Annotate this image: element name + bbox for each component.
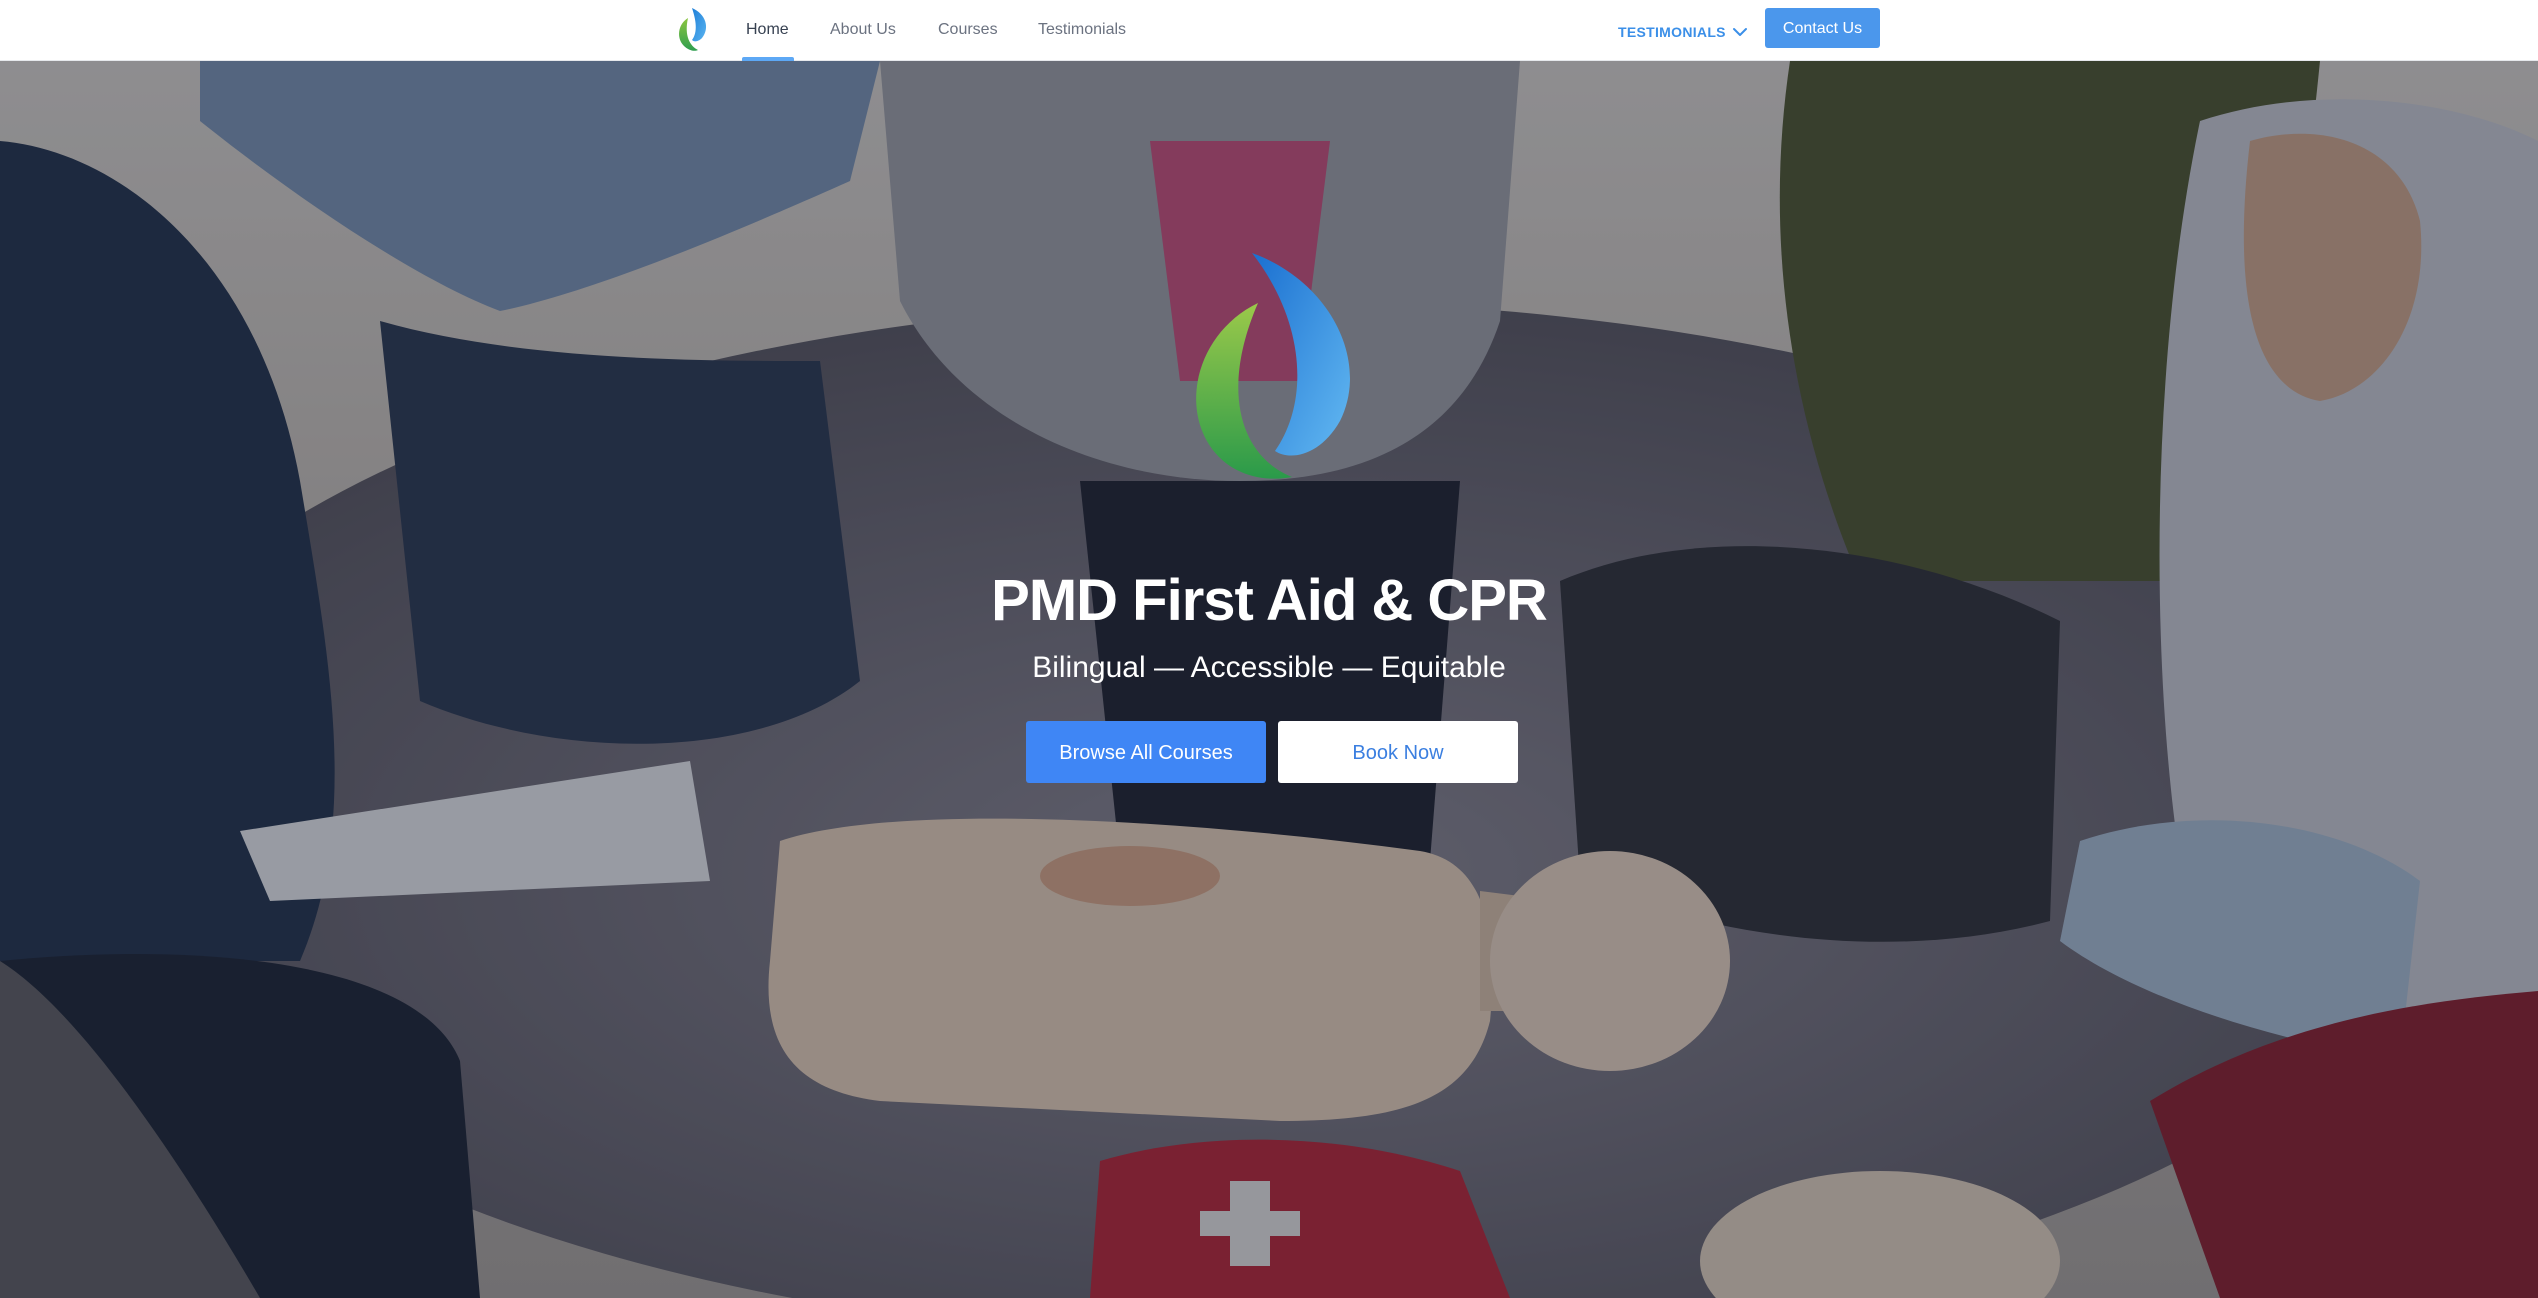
top-navbar: Home About Us Courses Testimonials TESTI…: [0, 0, 2538, 61]
hero-section: PMD First Aid & CPR Bilingual — Accessib…: [0, 61, 2538, 1298]
testimonials-dropdown-label: TESTIMONIALS: [1618, 24, 1726, 40]
book-now-button[interactable]: Book Now: [1278, 721, 1518, 783]
leaf-drop-logo-icon[interactable]: [672, 6, 710, 52]
nav-link-courses[interactable]: Courses: [938, 18, 998, 42]
nav-link-testimonials[interactable]: Testimonials: [1038, 18, 1126, 42]
nav-link-about-us[interactable]: About Us: [830, 18, 896, 42]
contact-us-button[interactable]: Contact Us: [1765, 8, 1880, 48]
leaf-drop-logo-icon: [1196, 253, 1350, 479]
testimonials-dropdown[interactable]: TESTIMONIALS: [1618, 20, 1748, 44]
active-nav-indicator: [742, 57, 794, 61]
browse-all-courses-button[interactable]: Browse All Courses: [1026, 721, 1266, 783]
hero-subtitle: Bilingual — Accessible — Equitable: [1032, 651, 1506, 684]
nav-link-home[interactable]: Home: [746, 18, 789, 42]
hero-title: PMD First Aid & CPR: [991, 568, 1548, 633]
chevron-down-icon: [1732, 28, 1747, 36]
